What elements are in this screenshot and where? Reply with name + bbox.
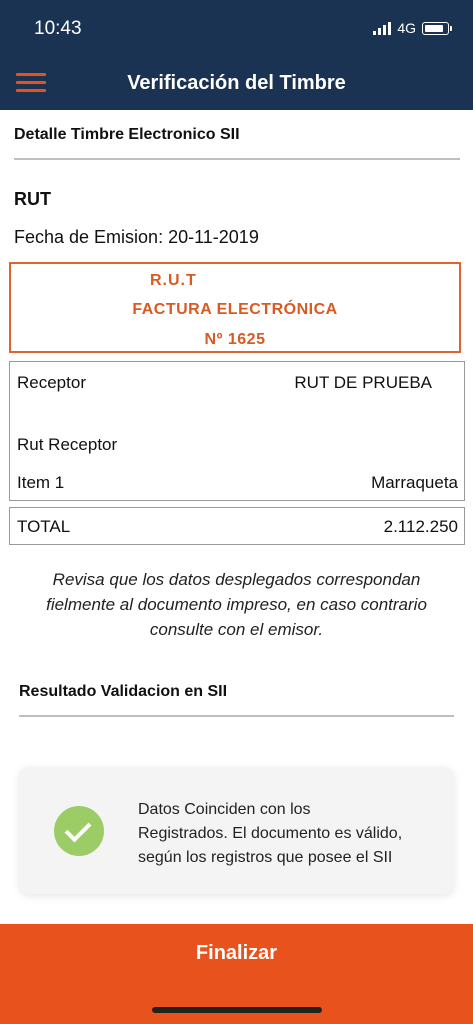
signal-icon [373,21,392,35]
details-table: Receptor RUT DE PRUEBA Rut Receptor Item… [9,361,465,501]
fecha-label: Fecha de Emision: [14,227,164,247]
stamp-number: Nº 1625 [204,331,266,348]
verification-notice: Revisa que los datos desplegados corresp… [0,567,473,642]
status-bar: 10:43 4G [0,0,473,60]
section-title-resultado: Resultado Validacion en SII [19,683,228,700]
stamp-rut: R.U.T [150,272,197,289]
rut-receptor-label: Rut Receptor [17,435,118,454]
total-label: TOTAL [17,517,71,536]
check-circle-icon [54,806,104,856]
rut-label: RUT [14,189,51,209]
total-row: TOTAL 2.112.250 [9,507,465,545]
fecha-value: 20-11-2019 [168,227,259,247]
status-time: 10:43 [34,18,82,39]
fecha-emision: Fecha de Emision: 20-11-2019 [14,227,259,248]
notice-line: fielmente al documento impreso, en caso … [46,595,427,614]
battery-icon [422,21,452,35]
notice-line: Revisa que los datos desplegados corresp… [52,570,421,589]
validation-line: Datos Coinciden con los [138,801,311,818]
network-label: 4G [397,20,416,36]
divider [19,715,454,717]
status-indicators: 4G [373,20,452,36]
stamp-document-type: FACTURA ELECTRÓNICA [132,301,338,318]
item-value: Marraqueta [371,473,458,492]
document-stamp: R.U.T FACTURA ELECTRÓNICA Nº 1625 [9,262,461,353]
app-header: 10:43 4G Verificación del Timbre [0,0,473,110]
validation-line: Registrados. El documento es válido, [138,825,403,842]
receptor-label: Receptor [17,373,86,392]
validation-result-card: Datos Coinciden con los Registrados. El … [19,767,454,894]
total-value: 2.112.250 [383,517,458,536]
validation-line: según los registros que posee el SII [138,849,393,866]
page-title: Verificación del Timbre [127,72,346,94]
item-label: Item 1 [17,473,65,492]
validation-message: Datos Coinciden con los Registrados. El … [138,798,438,870]
divider [14,158,460,160]
home-indicator [152,1007,322,1013]
notice-line: consulte con el emisor. [149,620,324,639]
section-title-detalle: Detalle Timbre Electronico SII [14,126,240,143]
receptor-value: RUT DE PRUEBA [294,373,432,392]
